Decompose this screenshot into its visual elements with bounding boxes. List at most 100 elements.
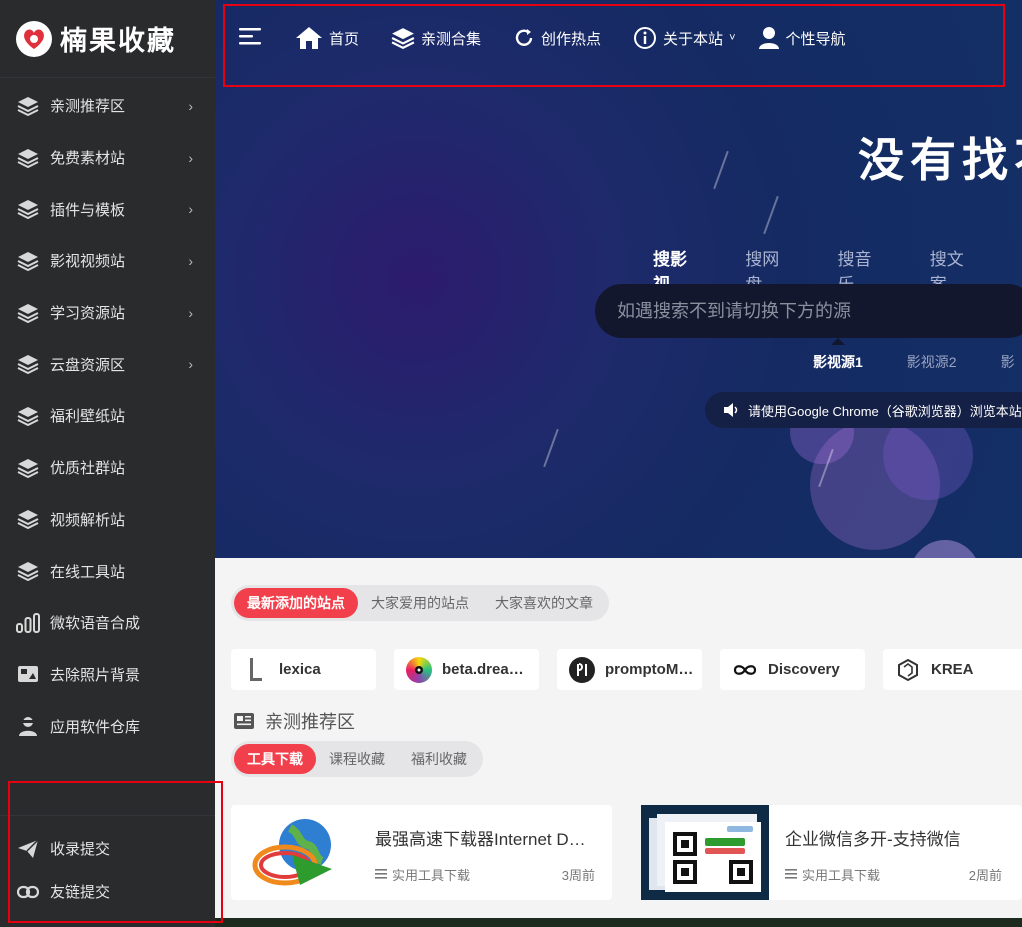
- post-category[interactable]: 实用工具下载: [375, 865, 470, 884]
- hero-title: 没有找不: [858, 134, 1022, 186]
- chevron-right-icon: ›: [188, 252, 193, 269]
- speaker-icon: [723, 403, 739, 417]
- photo-icon: [16, 662, 40, 686]
- sidebar-item-label: 收录提交: [50, 841, 111, 858]
- site-name: beta.dreamstudio: [442, 661, 537, 678]
- sidebar-bottom: 收录提交 友链提交: [0, 815, 215, 913]
- site-card[interactable]: beta.dreamstudio: [394, 649, 539, 690]
- sidebar-item-jiexi[interactable]: 视频解析站: [0, 494, 215, 546]
- sidebar-item-xuexi[interactable]: 学习资源站 ›: [0, 287, 215, 339]
- menu-toggle-icon[interactable]: [239, 26, 263, 51]
- chevron-right-icon: ›: [188, 201, 193, 218]
- nav-personal[interactable]: 个性导航: [758, 26, 846, 50]
- post-meta: 实用工具下载 2周前: [785, 865, 1002, 884]
- site-card[interactable]: promptoMANIA: [557, 649, 702, 690]
- sidebar-menu: 亲测推荐区 › 免费素材站 › 插件与模板 › 影视视频站 › 学习资源站 › …: [0, 78, 215, 752]
- sidebar-item-tts[interactable]: 微软语音合成: [0, 597, 215, 649]
- layers-icon: [16, 146, 40, 170]
- sidebar-item-label: 福利壁纸站: [50, 408, 126, 426]
- sidebar-item-label: 优质社群站: [50, 460, 126, 478]
- search-box: [595, 284, 1022, 338]
- hacker-icon: [16, 714, 40, 738]
- site-name: Discovery: [768, 661, 840, 678]
- promptomania-logo-icon: [569, 656, 595, 683]
- section-tab-welfare[interactable]: 福利收藏: [398, 744, 480, 774]
- top-nav: 首页 亲测合集 创作热点 关于本站 ˅ 个性导航: [215, 0, 1022, 76]
- nav-home[interactable]: 首页: [295, 26, 359, 50]
- post-category[interactable]: 实用工具下载: [785, 865, 880, 884]
- section-tab-courses[interactable]: 课程收藏: [316, 744, 398, 774]
- chevron-down-icon: ˅: [729, 32, 736, 44]
- nav-item-label: 关于本站: [663, 30, 724, 48]
- sidebar-item-submit-site[interactable]: 收录提交: [0, 827, 215, 870]
- site-card[interactable]: KREA: [883, 649, 1022, 690]
- layers-icon: [16, 249, 40, 273]
- section-title: 亲测推荐区: [265, 712, 355, 732]
- section-tab-tools[interactable]: 工具下载: [234, 744, 316, 774]
- section-header: 亲测推荐区: [233, 708, 355, 734]
- nav-hot[interactable]: 创作热点: [513, 27, 601, 49]
- bottom-strip: [215, 918, 1022, 927]
- sidebar-item-chajian[interactable]: 插件与模板 ›: [0, 183, 215, 235]
- krea-logo-icon: [895, 657, 921, 683]
- source-tab-1[interactable]: 影视源1: [813, 338, 863, 372]
- sidebar-item-label: 微软语音合成: [50, 615, 141, 633]
- decor-streak: [543, 428, 559, 468]
- feed-tab-popular[interactable]: 大家爱用的站点: [358, 588, 482, 618]
- site-name: promptoMANIA: [605, 661, 700, 678]
- sidebar-item-label: 在线工具站: [50, 563, 126, 581]
- source-tab-3[interactable]: 影: [1001, 352, 1015, 372]
- post-title[interactable]: 企业微信多开-支持微信: [785, 825, 1002, 850]
- feed-tab-liked[interactable]: 大家喜欢的文章: [482, 588, 606, 618]
- sidebar-item-label: 视频解析站: [50, 511, 126, 529]
- sidebar-item-label: 影视视频站: [50, 253, 126, 271]
- post-card[interactable]: 最强高速下载器Internet Download Manager 实用工具下载 …: [231, 805, 612, 900]
- link-icon: [16, 880, 40, 904]
- site-card[interactable]: Discovery: [720, 649, 865, 690]
- post-card[interactable]: 企业微信多开-支持微信 实用工具下载 2周前: [641, 805, 1022, 900]
- sidebar-item-gongju[interactable]: 在线工具站: [0, 545, 215, 597]
- post-title[interactable]: 最强高速下载器Internet Download Manager: [375, 825, 595, 850]
- sidebar-item-label: 插件与模板: [50, 201, 126, 219]
- infinity-icon: [732, 657, 758, 683]
- layers-icon: [16, 301, 40, 325]
- dreamstudio-logo-icon: [406, 656, 432, 683]
- sidebar-item-submit-link[interactable]: 友链提交: [0, 870, 215, 913]
- sidebar-item-shequn[interactable]: 优质社群站: [0, 442, 215, 494]
- post-body: 企业微信多开-支持微信 实用工具下载 2周前: [769, 805, 1022, 900]
- source-tab-2[interactable]: 影视源2: [907, 352, 957, 372]
- nav-item-label: 首页: [329, 30, 360, 48]
- layers-icon: [16, 197, 40, 221]
- sidebar-item-removebg[interactable]: 去除照片背景: [0, 649, 215, 701]
- section-tabs: 工具下载 课程收藏 福利收藏: [231, 741, 483, 777]
- nav-about[interactable]: 关于本站 ˅: [633, 26, 736, 50]
- layers-icon: [16, 352, 40, 376]
- sidebar-item-apps[interactable]: 应用软件仓库: [0, 700, 215, 752]
- newspaper-icon: [233, 712, 255, 730]
- nav-item-label: 亲测合集: [421, 30, 482, 48]
- sidebar-item-label: 亲测推荐区: [50, 98, 126, 116]
- lexica-logo-icon: [243, 657, 269, 683]
- decor-bubble: [910, 540, 980, 558]
- site-name: KREA: [931, 661, 974, 678]
- sidebar-item-yunpan[interactable]: 云盘资源区 ›: [0, 338, 215, 390]
- layers-icon: [16, 94, 40, 118]
- sidebar-item-bizhi[interactable]: 福利壁纸站: [0, 390, 215, 442]
- brand-logo[interactable]: 楠果收藏: [0, 0, 215, 78]
- site-card[interactable]: lexica: [231, 649, 376, 690]
- audio-bars-icon: [16, 611, 40, 635]
- hero-banner: 首页 亲测合集 创作热点 关于本站 ˅ 个性导航 没有找不 搜影视 搜网盘 搜音…: [215, 0, 1022, 558]
- nav-item-label: 个性导航: [785, 30, 846, 48]
- search-input[interactable]: [617, 300, 1017, 322]
- sidebar-item-yingshi[interactable]: 影视视频站 ›: [0, 235, 215, 287]
- sidebar-item-qince[interactable]: 亲测推荐区 ›: [0, 80, 215, 132]
- paper-plane-icon: [16, 837, 40, 861]
- post-category-label: 实用工具下载: [392, 868, 471, 883]
- decor-streak: [713, 150, 729, 190]
- sidebar-item-sucai[interactable]: 免费素材站 ›: [0, 132, 215, 184]
- feed-tab-latest[interactable]: 最新添加的站点: [234, 588, 358, 618]
- sidebar-item-label: 免费素材站: [50, 150, 126, 168]
- home-icon: [295, 26, 323, 50]
- post-meta: 实用工具下载 3周前: [375, 865, 595, 884]
- nav-collection[interactable]: 亲测合集: [391, 27, 481, 49]
